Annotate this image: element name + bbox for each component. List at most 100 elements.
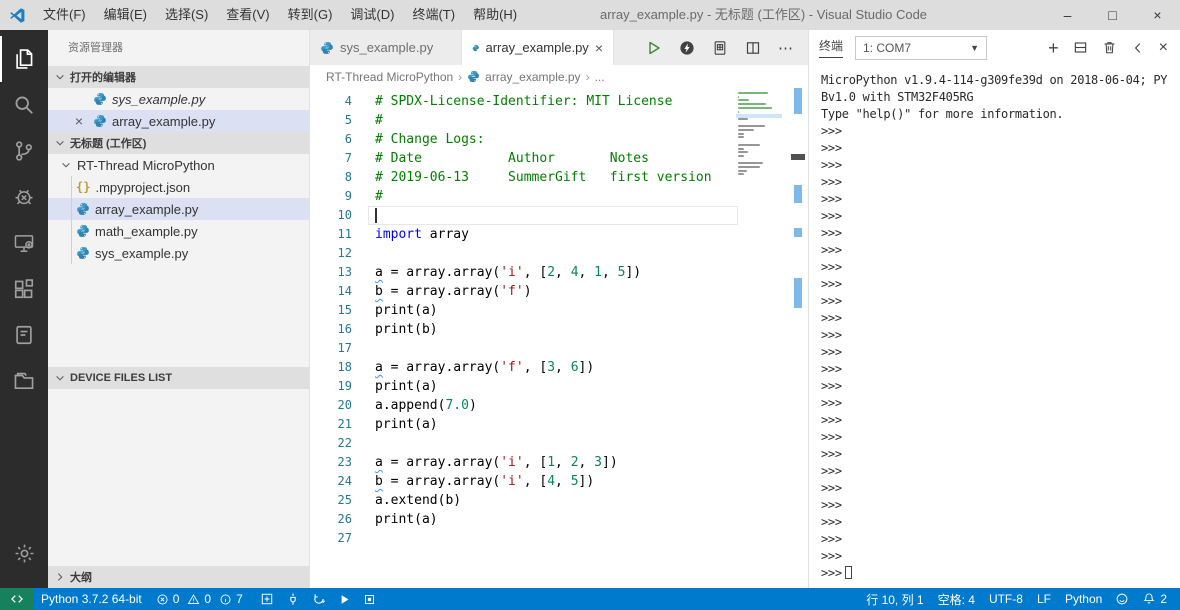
language-status[interactable]: Python — [1058, 588, 1109, 610]
activity-item-extensions[interactable] — [0, 266, 48, 312]
code-line[interactable]: 7 # Date Author Notes — [310, 149, 808, 168]
code-line[interactable]: 11 import array — [310, 225, 808, 244]
menu-item[interactable]: 帮助(H) — [464, 0, 526, 30]
line-text: # — [375, 111, 383, 130]
vscode-logo — [0, 7, 34, 24]
menu-item[interactable]: 编辑(E) — [95, 0, 156, 30]
editor-group: sys_example.py array_example.py × ⋯ RT-Thr… — [310, 30, 808, 588]
activity-item-source-control[interactable] — [0, 128, 48, 174]
code-line[interactable]: 9 # — [310, 187, 808, 206]
close-icon[interactable]: × — [70, 113, 88, 129]
json-file-icon: {} — [76, 180, 91, 194]
add-device-button[interactable] — [254, 588, 280, 610]
code-line[interactable]: 4 # SPDX-License-Identifier: MIT License — [310, 92, 808, 111]
workspace-header[interactable]: 无标题 (工作区) — [48, 132, 309, 154]
maximize-button[interactable]: □ — [1090, 0, 1135, 30]
encoding-status[interactable]: UTF-8 — [982, 588, 1030, 610]
terminal-output[interactable]: MicroPython v1.9.4-114-g309fe39d on 2018… — [809, 65, 1180, 588]
minimize-button[interactable]: – — [1045, 0, 1090, 30]
code-line[interactable]: 22 — [310, 434, 808, 453]
code-token: ]) — [625, 265, 642, 280]
python-interpreter-status[interactable]: Python 3.7.2 64-bit — [34, 588, 149, 610]
connect-device-button[interactable] — [280, 588, 306, 610]
tab-terminal[interactable]: 终端 — [819, 37, 844, 58]
sync-button[interactable] — [306, 588, 332, 610]
tab-array_example.py[interactable]: array_example.py × — [462, 30, 614, 65]
activity-item-remote-device[interactable] — [0, 220, 48, 266]
device-files-header[interactable]: DEVICE FILES LIST — [48, 367, 309, 389]
code-line[interactable]: 23 a = array.array('i', [1, 2, 3]) — [310, 453, 808, 472]
line-number: 6 — [344, 132, 352, 146]
open-editors-header[interactable]: 打开的编辑器 — [48, 66, 309, 88]
tree-item[interactable]: array_example.py — [48, 198, 309, 220]
run-button[interactable] — [332, 588, 357, 610]
kill-terminal-icon[interactable] — [1102, 40, 1117, 55]
split-editor-icon[interactable] — [745, 40, 761, 56]
code-line[interactable]: 5 # — [310, 111, 808, 130]
problems-status[interactable]: 0 0 7 — [149, 588, 254, 610]
menu-item[interactable]: 终端(T) — [403, 0, 464, 30]
code-line[interactable]: 25 a.extend(b) — [310, 491, 808, 510]
tree-item[interactable]: math_example.py — [48, 220, 309, 242]
activity-item-debug[interactable] — [0, 174, 48, 220]
code-line[interactable]: 14 b = array.array('f') — [310, 282, 808, 301]
open-editor-item[interactable]: × array_example.py — [48, 110, 309, 132]
menu-item[interactable]: 调试(D) — [341, 0, 403, 30]
close-icon[interactable]: × — [595, 40, 603, 56]
code-line[interactable]: 10 — [310, 206, 808, 225]
run-python-file-icon[interactable] — [646, 40, 662, 56]
tree-item[interactable]: sys_example.py — [48, 242, 309, 264]
chevron-down-icon — [60, 159, 72, 171]
code-line[interactable]: 13 a = array.array('i', [2, 4, 1, 5]) — [310, 263, 808, 282]
breadcrumb-item[interactable]: ... — [595, 70, 605, 84]
file-label: sys_example.py — [112, 91, 206, 107]
feedback-button[interactable] — [1109, 588, 1135, 610]
menu-item[interactable]: 查看(V) — [217, 0, 278, 30]
code-token: , — [602, 265, 618, 280]
breadcrumb-item[interactable]: RT-Thread MicroPython — [326, 70, 453, 84]
activity-item-explorer[interactable] — [0, 36, 48, 82]
menu-item[interactable]: 选择(S) — [156, 0, 217, 30]
activity-item-document[interactable] — [0, 312, 48, 358]
eol-status[interactable]: LF — [1030, 588, 1058, 610]
tree-item[interactable]: {} .mpyproject.json — [48, 176, 309, 198]
code-line[interactable]: 21 print(a) — [310, 415, 808, 434]
remote-indicator[interactable] — [0, 588, 34, 610]
new-terminal-icon[interactable]: + — [1048, 39, 1059, 57]
close-button[interactable]: × — [1135, 0, 1180, 30]
terminal-selector[interactable]: 1: COM7 ▼ — [855, 35, 988, 60]
code-line[interactable]: 18 a = array.array('f', [3, 6]) — [310, 358, 808, 377]
stop-button[interactable] — [357, 588, 382, 610]
code-line[interactable]: 15 print(a) — [310, 301, 808, 320]
code-line[interactable]: 27 — [310, 529, 808, 548]
outline-header[interactable]: 大纲 — [48, 566, 309, 588]
folder-rt-thread-micropython[interactable]: RT-Thread MicroPython — [48, 154, 309, 176]
activity-item-search[interactable] — [0, 82, 48, 128]
code-editor[interactable]: 4 # SPDX-License-Identifier: MIT License 5… — [310, 88, 808, 588]
indentation-status[interactable]: 空格: 4 — [931, 588, 982, 610]
code-line[interactable]: 17 — [310, 339, 808, 358]
more-actions-icon[interactable]: ⋯ — [778, 39, 794, 57]
code-line[interactable]: 26 print(a) — [310, 510, 808, 529]
code-line[interactable]: 20 a.append(7.0) — [310, 396, 808, 415]
code-line[interactable]: 12 — [310, 244, 808, 263]
activity-item-settings[interactable] — [0, 530, 48, 576]
code-line[interactable]: 19 print(a) — [310, 377, 808, 396]
code-line[interactable]: 24 b = array.array('i', [4, 5]) — [310, 472, 808, 491]
open-editor-item[interactable]: sys_example.py — [48, 88, 309, 110]
notifications-button[interactable]: 2 — [1135, 588, 1174, 610]
code-line[interactable]: 16 print(b) — [310, 320, 808, 339]
tab-sys_example.py[interactable]: sys_example.py — [310, 30, 462, 65]
memory-chip-icon[interactable] — [712, 40, 728, 56]
split-terminal-icon[interactable] — [1073, 40, 1088, 55]
download-flash-icon[interactable] — [679, 40, 695, 56]
menu-item[interactable]: 文件(F) — [34, 0, 95, 30]
close-panel-icon[interactable]: × — [1159, 39, 1168, 57]
chevron-left-icon[interactable] — [1131, 41, 1145, 55]
menu-item[interactable]: 转到(G) — [279, 0, 342, 30]
code-line[interactable]: 6 # Change Logs: — [310, 130, 808, 149]
code-line[interactable]: 8 # 2019-06-13 SummerGift first version — [310, 168, 808, 187]
breadcrumb-item[interactable]: array_example.py — [485, 70, 580, 84]
cursor-position-status[interactable]: 行 10, 列 1 — [859, 588, 930, 610]
activity-item-folder[interactable] — [0, 358, 48, 404]
